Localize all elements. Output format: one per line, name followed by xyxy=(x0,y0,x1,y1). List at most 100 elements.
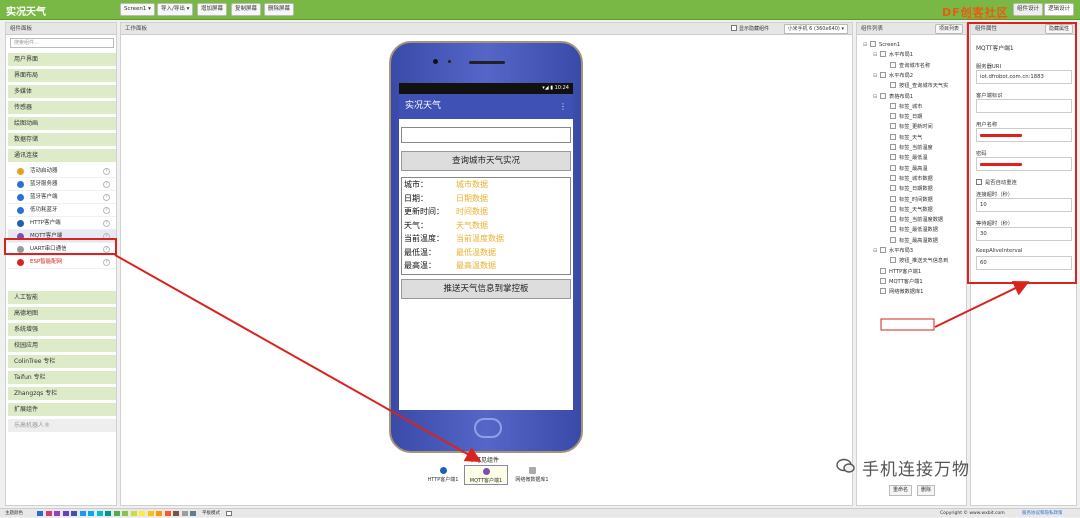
theme-swatch[interactable] xyxy=(62,511,69,516)
tree-item[interactable]: ⊟ 水平布局1 xyxy=(873,51,913,60)
tree-item[interactable]: MQTT客户端1 xyxy=(873,277,923,287)
delete-screen-button[interactable]: 删除屏幕 xyxy=(264,3,295,16)
tree-item[interactable]: 标签_当前温度数据 xyxy=(883,216,943,225)
tree-toggle-icon[interactable]: ⊟ xyxy=(873,51,878,60)
theme-swatch[interactable] xyxy=(190,511,196,516)
device-size-select[interactable]: 小米手机 6 (360x640) ▾ xyxy=(783,24,848,34)
palette-category[interactable]: 扩展组件 xyxy=(8,403,116,417)
tree-item[interactable]: 标签_最低温 xyxy=(883,154,928,163)
tree-toggle-icon[interactable]: ⊟ xyxy=(863,41,868,50)
nonvisible-tinywebdb[interactable]: 网络微数据库1 xyxy=(509,467,555,483)
theme-swatch[interactable] xyxy=(130,511,137,516)
theme-swatch[interactable] xyxy=(173,511,179,516)
screen-select[interactable]: Screen1 ▾ xyxy=(120,3,155,16)
city-name-input[interactable] xyxy=(401,127,571,143)
theme-swatch[interactable] xyxy=(113,511,120,516)
tree-toggle-icon[interactable]: ⊟ xyxy=(873,72,878,81)
palette-item[interactable]: 活动启动器? xyxy=(8,165,116,178)
palette-item[interactable]: ESP智能配网? xyxy=(8,256,116,269)
tree-toggle-icon[interactable]: ⊟ xyxy=(873,247,878,256)
palette-category-lego[interactable]: 乐高机器人® xyxy=(8,419,116,433)
theme-swatch[interactable] xyxy=(156,511,162,516)
blocks-button[interactable]: 逻辑设计 xyxy=(1044,3,1075,16)
query-weather-button[interactable]: 查询城市天气实况 xyxy=(401,151,571,171)
palette-category[interactable]: Zhangzqs 专栏 xyxy=(8,387,116,401)
overflow-menu-icon[interactable]: ⋮ xyxy=(559,94,567,119)
tree-item[interactable]: 标签_最高温数据 xyxy=(883,236,938,246)
tree-item-label: 标签_天气 xyxy=(899,134,923,141)
help-icon[interactable]: ? xyxy=(103,168,110,175)
tree-item[interactable]: 网络微数据库1 xyxy=(873,288,923,297)
push-weather-button[interactable]: 推送天气信息到掌控板 xyxy=(401,279,571,299)
palette-category[interactable]: 界面布局 xyxy=(8,69,116,83)
tree-item[interactable]: ⊟ 表格布局1 xyxy=(873,92,913,102)
palette-category[interactable]: 绘图动画 xyxy=(8,117,116,131)
tree-item[interactable]: 标签_当前温度 xyxy=(883,144,933,153)
theme-swatch[interactable] xyxy=(96,511,103,516)
rename-button[interactable]: 重命名 xyxy=(889,485,913,496)
palette-item[interactable]: 蓝牙服务器? xyxy=(8,178,116,191)
palette-category[interactable]: 系统增强 xyxy=(8,323,116,337)
palette-category[interactable]: ColinTree 专栏 xyxy=(8,355,116,369)
palette-category[interactable]: 用户界面 xyxy=(8,53,116,67)
help-icon[interactable]: ? xyxy=(103,259,110,266)
tree-item[interactable]: 按钮_查询城市天气实 xyxy=(883,82,948,91)
import-export-menu[interactable]: 导入/导出 ▾ xyxy=(157,3,194,16)
weather-row-label: 日期： xyxy=(404,193,428,203)
add-screen-button[interactable]: 增加屏幕 xyxy=(197,3,228,16)
tree-item[interactable]: 标签_最高温 xyxy=(883,164,928,174)
designer-button[interactable]: 组件设计 xyxy=(1013,3,1044,16)
palette-category[interactable]: 人工智能 xyxy=(8,291,116,305)
tree-item[interactable]: 标签_城市 xyxy=(883,102,922,112)
tree-item[interactable]: 标签_城市数据 xyxy=(883,174,933,184)
theme-swatch[interactable] xyxy=(105,511,111,516)
tree-item[interactable]: ⊟ 水平布局3 xyxy=(873,247,913,256)
copy-screen-button[interactable]: 复制屏幕 xyxy=(231,3,262,16)
tree-item[interactable]: 标签_时间数据 xyxy=(883,195,933,205)
tree-item[interactable]: 按钮_推送天气信息到 xyxy=(883,257,948,266)
tablet-mode-checkbox[interactable] xyxy=(226,511,232,516)
palette-category[interactable]: 传感器 xyxy=(8,101,116,115)
theme-swatch[interactable] xyxy=(139,511,145,516)
help-icon[interactable]: ? xyxy=(103,220,110,227)
tree-item[interactable]: HTTP客户端1 xyxy=(873,267,921,277)
help-icon[interactable]: ? xyxy=(103,207,110,214)
show-hidden-checkbox[interactable]: 显示隐藏组件 xyxy=(731,25,769,33)
theme-swatch[interactable] xyxy=(181,511,188,516)
theme-swatch[interactable] xyxy=(147,511,154,516)
tree-item[interactable]: 标签_天气数据 xyxy=(883,205,933,215)
tree-item[interactable]: 标签_天气 xyxy=(883,133,923,143)
nonvisible-http[interactable]: HTTP客户端1 xyxy=(421,467,465,483)
delete-button[interactable]: 删除 xyxy=(917,485,936,496)
tree-toggle-icon[interactable]: ⊟ xyxy=(873,93,878,102)
theme-swatch[interactable] xyxy=(71,511,77,516)
nonvisible-mqtt[interactable]: MQTT客户端1 xyxy=(464,465,508,485)
tree-item[interactable]: 标签_日期 xyxy=(883,113,922,122)
theme-swatch[interactable] xyxy=(54,511,60,516)
palette-category[interactable]: 高德地图 xyxy=(8,307,116,321)
theme-swatch[interactable] xyxy=(45,511,52,516)
tree-item[interactable]: 标签_最低温数据 xyxy=(883,226,938,235)
help-icon[interactable]: ? xyxy=(103,181,110,188)
tree-item[interactable]: 标签_更新时间 xyxy=(883,123,933,132)
theme-swatch[interactable] xyxy=(37,511,43,516)
palette-category[interactable]: 数据存储 xyxy=(8,133,116,147)
tree-item[interactable]: ⊟ Screen1 xyxy=(863,41,900,50)
palette-search-input[interactable]: 搜索组件... xyxy=(10,38,114,48)
palette-category[interactable]: 多媒体 xyxy=(8,85,116,99)
palette-item[interactable]: 蓝牙客户端? xyxy=(8,191,116,204)
theme-swatch[interactable] xyxy=(79,511,86,516)
palette-category[interactable]: 通讯连接 xyxy=(8,149,116,163)
palette-item[interactable]: 低功耗蓝牙? xyxy=(8,204,116,217)
tree-item[interactable]: 查询城市名称 xyxy=(883,61,930,71)
palette-item[interactable]: HTTP客户端? xyxy=(8,217,116,230)
tree-item[interactable]: 标签_日期数据 xyxy=(883,185,933,194)
theme-swatch[interactable] xyxy=(122,511,128,516)
palette-category[interactable]: Taifun 专栏 xyxy=(8,371,116,385)
theme-swatch[interactable] xyxy=(88,511,94,516)
tree-item[interactable]: ⊟ 水平布局2 xyxy=(873,71,913,81)
theme-swatch[interactable] xyxy=(164,511,171,516)
help-icon[interactable]: ? xyxy=(103,194,110,201)
project-list-button[interactable]: 项目列表 xyxy=(935,24,964,34)
palette-category[interactable]: 校园应用 xyxy=(8,339,116,353)
